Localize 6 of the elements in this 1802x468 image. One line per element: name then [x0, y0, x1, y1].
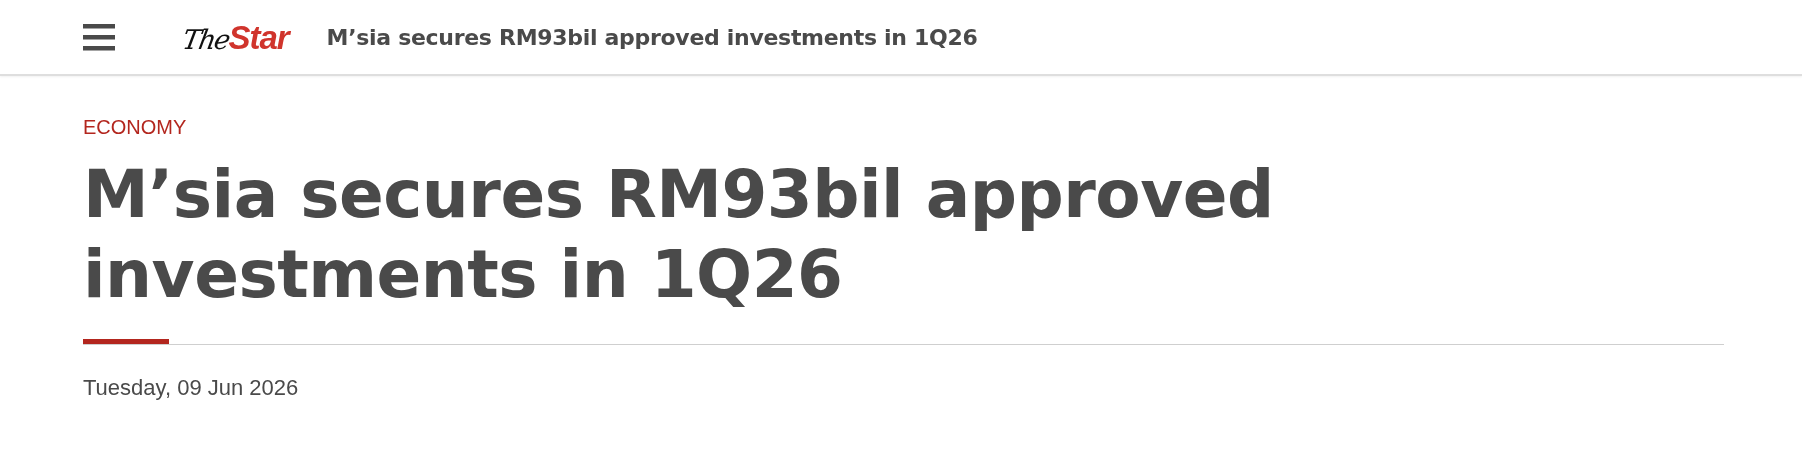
- menu-icon[interactable]: [83, 21, 115, 53]
- site-logo[interactable]: TheStar: [183, 19, 289, 57]
- header-title: M’sia secures RM93bil approved investments in 1Q26: [326, 24, 978, 50]
- article-headline: M’sia secures RM93bil approved investments in 1Q26: [83, 155, 1275, 315]
- publish-date: Tuesday, 09 Jun 2026: [83, 375, 300, 401]
- category-link[interactable]: ECONOMY: [83, 116, 1724, 139]
